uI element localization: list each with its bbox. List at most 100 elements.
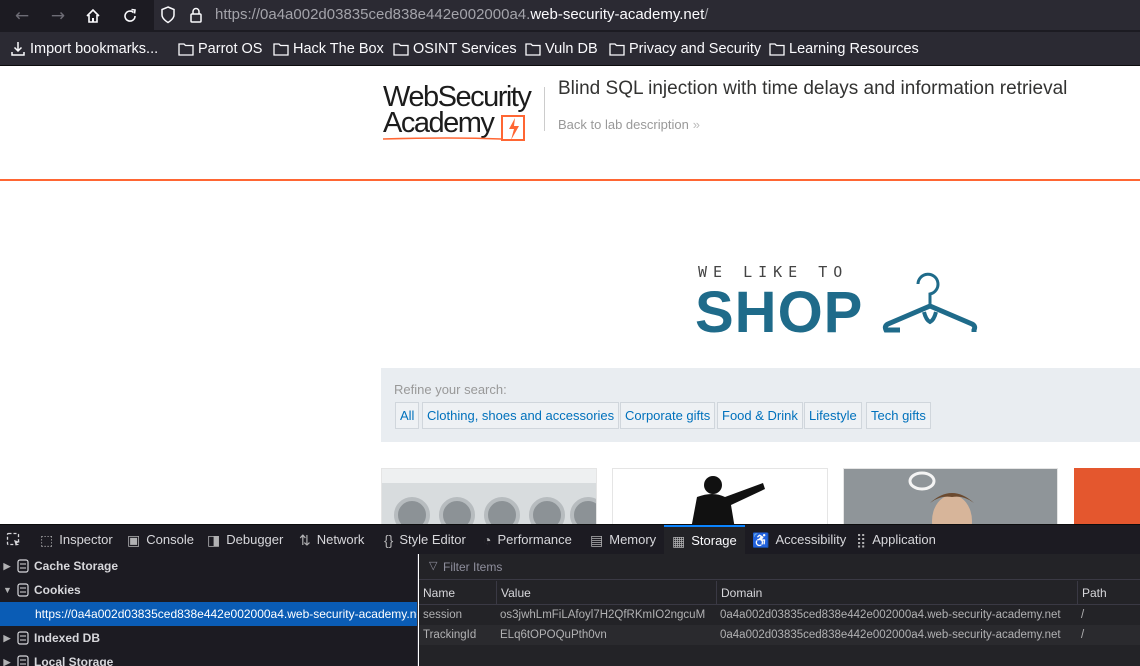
table-row[interactable]: TrackingId ELq6tOPOQuPth0vn 0a4a002d0383… <box>419 625 1140 645</box>
collapse-triangle-icon[interactable]: ▼ <box>3 578 12 602</box>
bookmark-folder-parrot-os[interactable]: Parrot OS <box>178 40 262 58</box>
accessibility-icon: ♿ <box>752 532 770 548</box>
bookmark-folder-privacy-and-security[interactable]: Privacy and Security <box>609 40 761 58</box>
tab-style-editor[interactable]: {} Style Editor <box>384 525 466 555</box>
bookmark-folder-hack-the-box[interactable]: Hack The Box <box>273 40 384 58</box>
column-header-name[interactable]: Name <box>419 581 496 605</box>
tab-inspector[interactable]: ⬚ Inspector <box>40 525 113 555</box>
memory-icon: ▤ <box>590 532 604 548</box>
database-icon <box>17 631 29 645</box>
tab-storage[interactable]: ▦ Storage <box>664 525 745 555</box>
lock-icon[interactable] <box>188 6 204 24</box>
tab-label: Console <box>146 532 194 547</box>
tab-application[interactable]: ⣿ Application <box>856 525 936 555</box>
category-food-drink[interactable]: Food & Drink <box>717 402 803 429</box>
tab-label: Style Editor <box>399 532 466 547</box>
bookmark-folder-osint-services[interactable]: OSINT Services <box>393 40 517 58</box>
back-to-lab-description-link[interactable]: Back to lab description» <box>558 117 700 132</box>
hero-headline: SHOP <box>695 280 864 345</box>
product-image-orange[interactable] <box>1074 468 1140 524</box>
tree-item-local-storage[interactable]: ▶ Local Storage <box>0 650 417 666</box>
category-all[interactable]: All <box>395 402 420 429</box>
category-clothing[interactable]: Clothing, shoes and accessories <box>422 402 620 429</box>
url-text[interactable]: https://0a4a002d03835ced838e442e002000a4… <box>215 6 708 23</box>
bookmark-label: Hack The Box <box>293 41 384 57</box>
url-suffix: / <box>704 6 709 23</box>
bookmark-label: Parrot OS <box>198 41 263 57</box>
header-rule <box>0 179 1140 181</box>
category-filter: Refine your search: All Clothing, shoes … <box>381 368 1140 442</box>
column-header-value[interactable]: Value <box>496 581 716 605</box>
tab-label: Application <box>872 532 936 547</box>
category-lifestyle[interactable]: Lifestyle <box>804 402 862 429</box>
tree-label: Cookies <box>34 583 81 597</box>
table-row[interactable]: session os3jwhLmFiLAfoyl7H2QfRKmIO2ngcuM… <box>419 605 1140 625</box>
forward-arrow-icon[interactable]: → <box>45 4 71 28</box>
column-header-domain[interactable]: Domain <box>716 581 1077 605</box>
logo-line-2: Academy <box>383 107 495 139</box>
coat-hanger-icon <box>882 272 978 333</box>
bookmark-label: Vuln DB <box>545 41 598 57</box>
cookie-domain: 0a4a002d03835ced838e442e002000a4.web-sec… <box>720 629 1061 641</box>
header-divider <box>544 87 545 131</box>
cookie-path: / <box>1081 609 1085 621</box>
filter-items-bar[interactable]: ▽ Filter Items <box>419 554 1140 580</box>
tab-network[interactable]: ⇅ Network <box>299 525 364 555</box>
tab-label: Performance <box>497 532 572 547</box>
column-header-path[interactable]: Path <box>1077 581 1140 605</box>
address-bar[interactable]: https://0a4a002d03835ced838e442e002000a4… <box>154 0 1140 30</box>
tree-label: Cache Storage <box>34 559 119 573</box>
bookmark-folder-learning-resources[interactable]: Learning Resources <box>769 40 919 58</box>
tab-accessibility[interactable]: ♿ Accessibility <box>752 525 846 555</box>
import-bookmarks-icon <box>11 42 25 56</box>
double-chevron-right-icon: » <box>692 117 701 132</box>
filter-items-input[interactable]: Filter Items <box>443 560 502 574</box>
product-image-laundromat[interactable] <box>381 468 597 524</box>
tab-label: Storage <box>691 533 737 548</box>
tab-console[interactable]: ▣ Console <box>127 525 194 555</box>
tree-item-indexed-db[interactable]: ▶ Indexed DB <box>0 626 417 650</box>
filter-label: Refine your search: <box>394 382 507 397</box>
network-icon: ⇅ <box>299 532 311 548</box>
devtools-toolbar: ⬚ Inspector ▣ Console ◨ Debugger ⇅ Network {… <box>0 524 1140 555</box>
folder-icon <box>769 43 785 56</box>
element-picker-icon[interactable] <box>6 525 22 555</box>
cookie-name: TrackingId <box>423 629 477 641</box>
cookie-value: os3jwhLmFiLAfoyl7H2QfRKmIO2ngcuM <box>500 609 706 621</box>
cookie-value: ELq6tOPOQuPth0vn <box>500 629 607 641</box>
folder-icon <box>609 43 625 56</box>
reload-icon[interactable] <box>117 4 143 28</box>
bookmark-folder-vuln-db[interactable]: Vuln DB <box>525 40 598 58</box>
browser-toolbar: ← → https://0a4a002d03835ced838e442e0020… <box>0 0 1140 32</box>
web-security-academy-logo[interactable]: WebSecurity Academy <box>383 81 543 141</box>
tab-label: Debugger <box>226 532 284 547</box>
back-arrow-icon[interactable]: ← <box>9 4 35 28</box>
category-tech-gifts[interactable]: Tech gifts <box>866 402 931 429</box>
expand-triangle-icon[interactable]: ▶ <box>3 554 11 578</box>
home-icon[interactable] <box>80 4 106 28</box>
expand-triangle-icon[interactable]: ▶ <box>3 650 11 666</box>
tree-label: Local Storage <box>34 655 114 666</box>
bookmarks-toolbar: Import bookmarks... Parrot OS Hack The B… <box>0 32 1140 66</box>
tree-item-cookies[interactable]: ▼ Cookies <box>0 578 417 602</box>
folder-icon <box>273 43 289 56</box>
tab-memory[interactable]: ▤ Memory <box>590 525 656 555</box>
tracking-protection-shield-icon[interactable] <box>160 6 176 24</box>
application-icon: ⣿ <box>856 532 867 548</box>
bookmark-label: Privacy and Security <box>629 41 762 57</box>
bookmark-import[interactable]: Import bookmarks... <box>10 40 158 58</box>
cookie-name: session <box>423 609 462 621</box>
product-image-man-halo[interactable] <box>843 468 1058 524</box>
product-image-silhouette[interactable] <box>612 468 828 524</box>
tree-item-cache-storage[interactable]: ▶ Cache Storage <box>0 554 417 578</box>
folder-icon <box>178 43 194 56</box>
folder-icon <box>525 43 541 56</box>
filter-funnel-icon: ▽ <box>429 559 438 572</box>
page-viewport: WebSecurity Academy Blind SQL injection … <box>0 66 1140 524</box>
logo-underline <box>383 137 502 140</box>
tab-debugger[interactable]: ◨ Debugger <box>207 525 283 555</box>
tree-item-cookie-host[interactable]: https://0a4a002d03835ced838e442e002000a4… <box>0 602 417 626</box>
tab-performance[interactable]: ◔ Performance <box>483 525 572 555</box>
category-corporate-gifts[interactable]: Corporate gifts <box>620 402 716 429</box>
expand-triangle-icon[interactable]: ▶ <box>3 626 11 650</box>
